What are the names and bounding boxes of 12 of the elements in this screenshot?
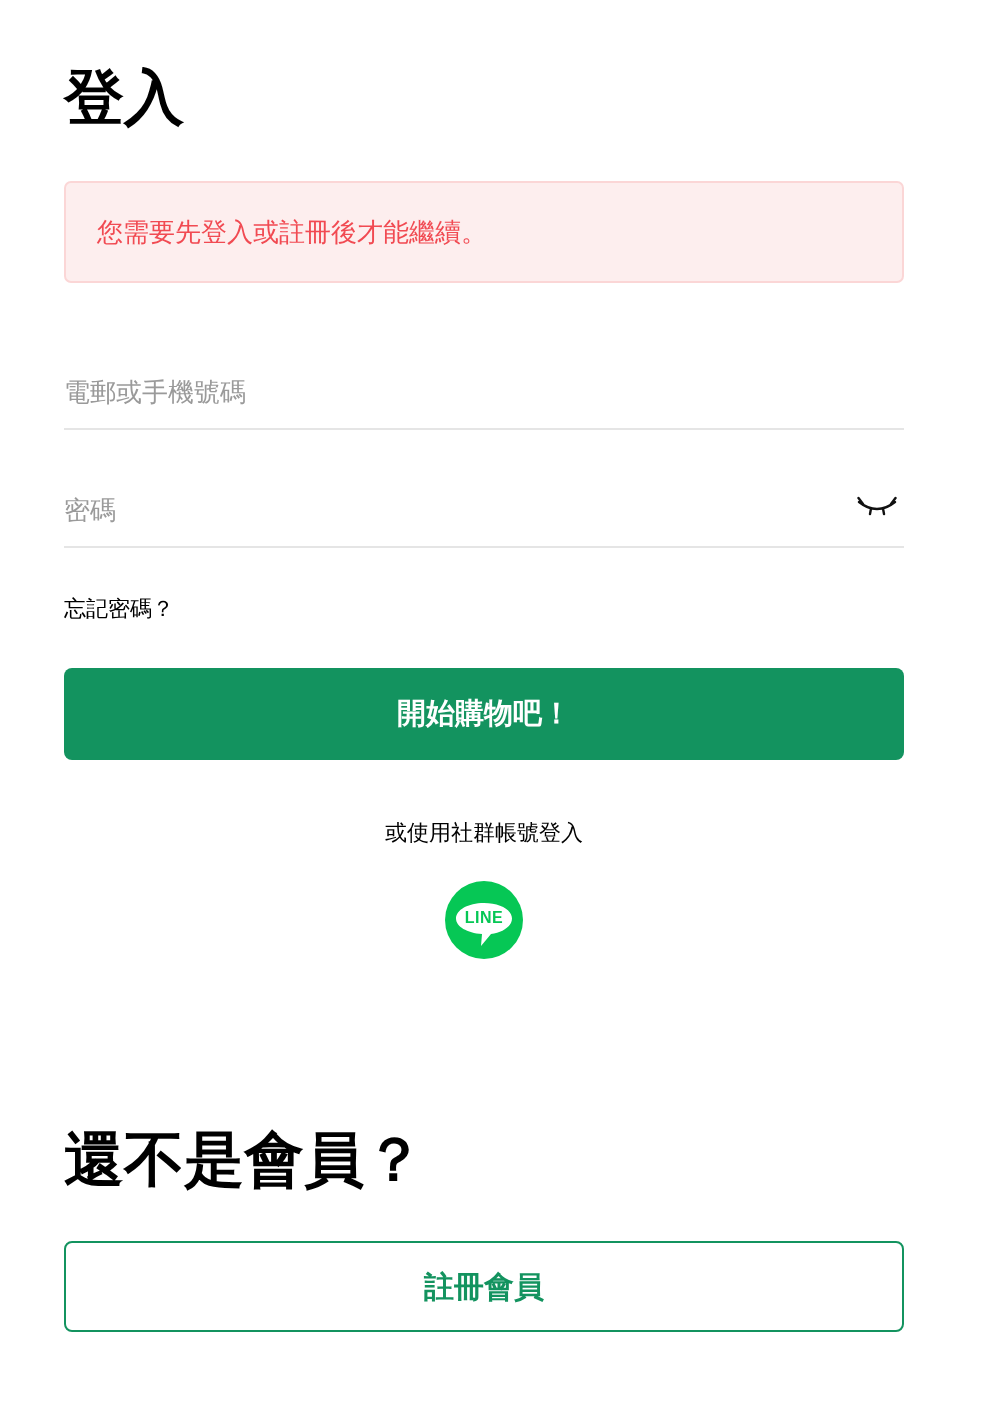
speech-bubble-icon [455, 901, 513, 947]
social-login-label: 或使用社群帳號登入 [385, 819, 583, 847]
email-or-phone-field[interactable]: 電郵或手機號碼 [64, 352, 904, 430]
closed-eye-icon[interactable] [857, 496, 897, 516]
register-button[interactable]: 註冊會員 [64, 1241, 904, 1332]
password-field[interactable]: 密碼 [64, 470, 904, 548]
register-heading: 還不是會員？ [64, 1128, 424, 1192]
submit-button[interactable]: 開始購物吧！ [64, 668, 904, 760]
forgot-password-link[interactable]: 忘記密碼？ [64, 595, 174, 623]
alert-message: 您需要先登入或註冊後才能繼續。 [97, 217, 488, 247]
page-title: 登入 [64, 66, 184, 130]
line-login-button[interactable]: LINE [445, 881, 523, 959]
